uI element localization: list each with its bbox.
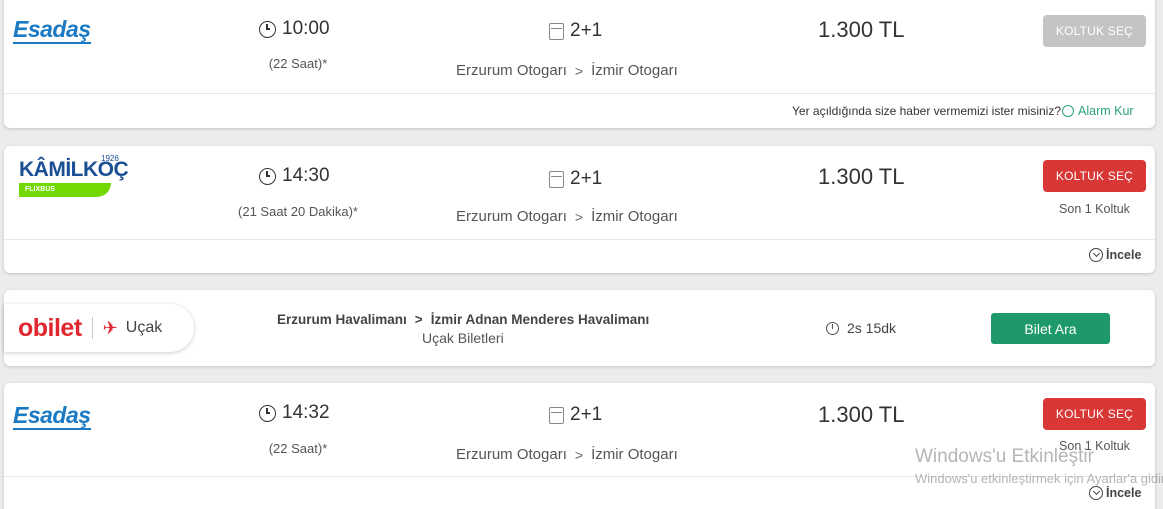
seating-layout: 2+1 [549, 168, 602, 190]
trip-duration: (22 Saat)* [268, 56, 328, 71]
search-ticket-button[interactable]: Bilet Ara [991, 313, 1110, 344]
select-seat-button[interactable]: KOLTUK SEÇ [1043, 15, 1146, 47]
details-link[interactable]: İncele [1089, 486, 1141, 500]
seat-icon [549, 170, 564, 188]
divider [4, 93, 1155, 94]
price: 1.300 TL [818, 402, 905, 427]
flight-to: İzmir Adnan Menderes Havalimanı [430, 312, 650, 327]
select-seat-button[interactable]: KOLTUK SEÇ [1043, 160, 1146, 192]
flight-promo-card[interactable]: obilet ✈ Uçak Erzurum Havalimanı > İzmir… [4, 290, 1155, 366]
divider [4, 239, 1155, 240]
last-seat-note: Son 1 Koltuk [1059, 202, 1130, 216]
divider [91, 317, 93, 339]
seating-layout: 2+1 [549, 20, 602, 42]
route: Erzurum Otogarı > İzmir Otogarı [456, 62, 678, 79]
route-from: Erzurum Otogarı [456, 62, 567, 79]
flight-subtitle: Uçak Biletleri [422, 330, 504, 346]
alarm-clock-icon [1062, 105, 1074, 117]
seat-icon [549, 406, 564, 424]
clock-icon [259, 404, 276, 422]
price: 1.300 TL [818, 17, 905, 42]
activation-watermark-text: Windows'u etkinleştirmek için Ayarlar'a … [915, 471, 1163, 486]
route-arrow: > [574, 446, 584, 463]
flight-route: Erzurum Havalimanı > İzmir Adnan Mendere… [277, 312, 649, 327]
flight-from: Erzurum Havalimanı [277, 312, 407, 327]
price: 1.300 TL [818, 164, 905, 189]
departure-time: 14:32 [259, 402, 330, 424]
route-to: İzmir Otogarı [591, 62, 678, 79]
trip-card[interactable]: Esadaş 10:00 (22 Saat)* 2+1 Erzurum Otog… [4, 0, 1155, 128]
route: Erzurum Otogarı > İzmir Otogarı [456, 446, 678, 463]
select-seat-button[interactable]: KOLTUK SEÇ [1043, 398, 1146, 430]
details-link[interactable]: İncele [1089, 248, 1141, 262]
route-arrow: > [574, 62, 584, 79]
company-logo-esadas: Esadaş [13, 16, 91, 44]
alarm-question: Yer açıldığında size haber vermemizi ist… [792, 104, 1061, 118]
seating-layout: 2+1 [549, 404, 602, 426]
obilet-badge: obilet ✈ Uçak [4, 304, 194, 352]
set-alarm-link[interactable]: Alarm Kur [1062, 104, 1134, 118]
company-logo-esadas: Esadaş [13, 402, 91, 430]
mode-label: Uçak [125, 319, 163, 336]
route-arrow: > [574, 208, 584, 225]
company-logo-kamilkoc: KÂMİLKOÇ 1926 FLIXBUS [19, 154, 129, 197]
departure-time: 14:30 [259, 165, 330, 187]
airplane-icon: ✈ [102, 317, 118, 338]
route-arrow: > [414, 312, 423, 327]
flight-duration: 2s 15dk [826, 320, 896, 336]
clock-icon [259, 167, 276, 185]
obilet-logo: obilet [18, 313, 82, 342]
seat-icon [549, 22, 564, 40]
route-to: İzmir Otogarı [591, 208, 678, 225]
route-from: Erzurum Otogarı [456, 208, 567, 225]
chevron-down-icon [1089, 486, 1103, 500]
departure-time: 10:00 [259, 18, 330, 40]
route-to: İzmir Otogarı [591, 446, 678, 463]
clock-icon [259, 20, 276, 38]
activation-watermark-title: Windows'u Etkinleştir [915, 446, 1094, 467]
clock-icon [826, 321, 839, 335]
trip-duration: (21 Saat 20 Dakika)* [238, 204, 358, 219]
trip-duration: (22 Saat)* [268, 441, 328, 456]
route: Erzurum Otogarı > İzmir Otogarı [456, 208, 678, 225]
trip-card[interactable]: KÂMİLKOÇ 1926 FLIXBUS 14:30 (21 Saat 20 … [4, 146, 1155, 273]
route-from: Erzurum Otogarı [456, 446, 567, 463]
chevron-down-icon [1089, 248, 1103, 262]
